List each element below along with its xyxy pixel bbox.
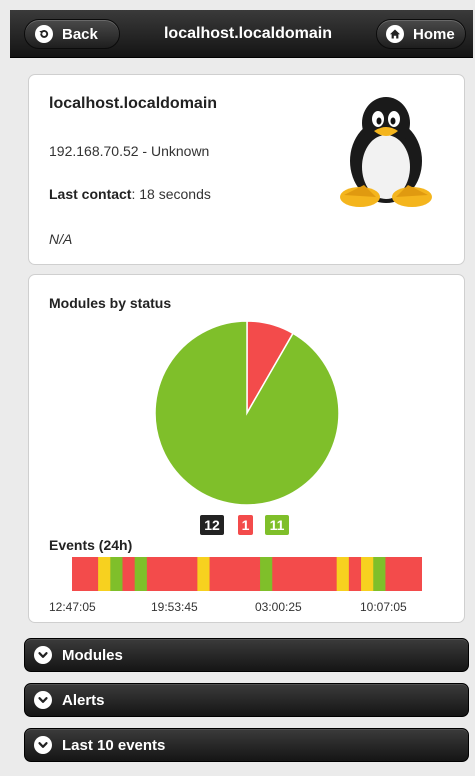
events-tick-2: 19:53:45 xyxy=(151,600,198,614)
legend-total-count: 12 xyxy=(200,515,224,535)
events-tick-3: 03:00:25 xyxy=(255,600,302,614)
modules-pie-chart xyxy=(154,320,340,506)
event-segment-7 xyxy=(209,557,261,591)
events-24h-bar xyxy=(72,557,422,591)
modules-section-label: Modules xyxy=(62,646,123,664)
event-segment-5 xyxy=(146,557,198,591)
event-segment-4 xyxy=(134,557,148,591)
event-segment-0 xyxy=(72,557,99,591)
event-segment-14 xyxy=(385,557,422,591)
back-arrow-icon xyxy=(35,25,53,43)
chevron-down-icon xyxy=(34,736,52,754)
alerts-section-label: Alerts xyxy=(62,691,105,709)
app-frame: Back localhost.localdomain Home localhos… xyxy=(10,10,473,776)
agent-info-card: localhost.localdomain 192.168.70.52 - Un… xyxy=(28,74,465,265)
status-card: Modules by status 12 1 11 Events (24h) 1… xyxy=(28,274,465,623)
event-segment-8 xyxy=(260,557,273,591)
events-tick-1: 12:47:05 xyxy=(49,600,96,614)
event-segment-13 xyxy=(373,557,386,591)
event-segment-11 xyxy=(348,557,362,591)
event-segment-6 xyxy=(197,557,211,591)
events-chart-title: Events (24h) xyxy=(49,537,133,553)
agent-address: 192.168.70.52 - Unknown xyxy=(49,143,210,159)
home-button-label: Home xyxy=(413,25,455,43)
events-tick-4: 10:07:05 xyxy=(360,600,407,614)
agent-name: localhost.localdomain xyxy=(49,95,218,112)
last-contact-value: : 18 seconds xyxy=(131,186,211,202)
modules-legend: 12 1 11 xyxy=(29,515,466,535)
header-bar: Back localhost.localdomain Home xyxy=(10,10,473,58)
modules-chart-title: Modules by status xyxy=(49,295,172,311)
event-segment-2 xyxy=(110,557,123,591)
event-segment-9 xyxy=(272,557,338,591)
last-events-section-toggle[interactable]: Last 10 events xyxy=(24,728,469,762)
modules-section-toggle[interactable]: Modules xyxy=(24,638,469,672)
chevron-down-icon xyxy=(34,691,52,709)
last-contact-label: Last contact xyxy=(49,186,132,202)
event-segment-1 xyxy=(98,557,111,591)
event-segment-12 xyxy=(361,557,374,591)
event-segment-10 xyxy=(336,557,350,591)
legend-normal-count: 11 xyxy=(265,515,289,535)
alerts-section-toggle[interactable]: Alerts xyxy=(24,683,469,717)
page-title: localhost.localdomain xyxy=(163,25,333,42)
back-button[interactable]: Back xyxy=(24,19,120,49)
home-icon xyxy=(386,25,404,43)
last-events-section-label: Last 10 events xyxy=(62,736,166,754)
last-contact: Last contact: 18 seconds xyxy=(49,186,211,202)
back-button-label: Back xyxy=(62,25,98,43)
home-button[interactable]: Home xyxy=(376,19,466,49)
chevron-down-icon xyxy=(34,646,52,664)
linux-tux-icon xyxy=(340,97,432,207)
event-segment-3 xyxy=(122,557,136,591)
pie-slice-1 xyxy=(154,320,340,506)
agent-description: N/A xyxy=(49,231,73,247)
legend-critical-count: 1 xyxy=(238,515,253,535)
